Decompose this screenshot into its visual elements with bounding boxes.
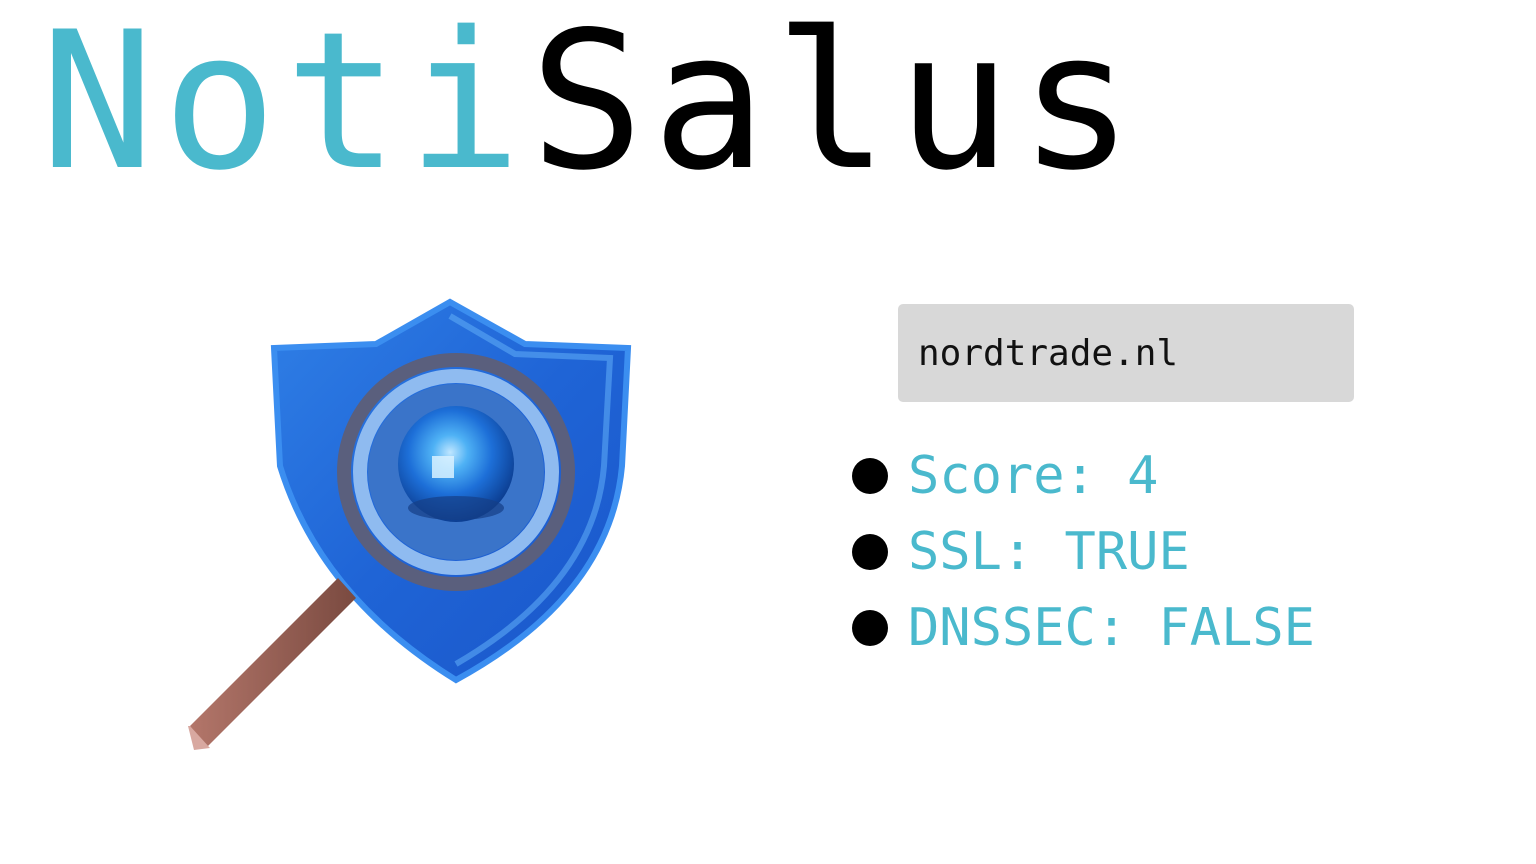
shield-magnifier-icon xyxy=(188,298,632,750)
domain-search-box xyxy=(898,304,1354,402)
bullet-icon xyxy=(852,534,888,570)
result-ssl: SSL: TRUE xyxy=(908,522,1190,582)
result-item-ssl: SSL: TRUE xyxy=(852,514,1315,590)
app-logo: NotiSalus xyxy=(40,7,1142,197)
bullet-icon xyxy=(852,458,888,494)
logo-text-noti: Noti xyxy=(40,0,530,212)
result-dnssec: DNSSEC: FALSE xyxy=(908,598,1315,658)
logo-text-salus: Salus xyxy=(529,0,1142,212)
domain-input[interactable] xyxy=(898,304,1354,402)
result-item-score: Score: 4 xyxy=(852,438,1315,514)
bullet-icon xyxy=(852,610,888,646)
result-score: Score: 4 xyxy=(908,446,1159,506)
results-list: Score: 4 SSL: TRUE DNSSEC: FALSE xyxy=(852,438,1315,666)
magnifier-handle xyxy=(190,578,356,748)
result-item-dnssec: DNSSEC: FALSE xyxy=(852,590,1315,666)
